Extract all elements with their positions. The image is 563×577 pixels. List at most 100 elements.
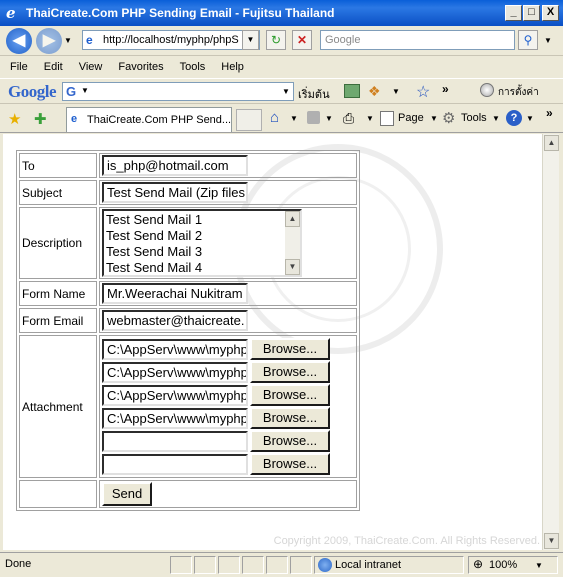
browse-button-4[interactable]: Browse... [250, 407, 330, 429]
google-search-dropdown-icon[interactable]: ▼ [81, 86, 89, 95]
search-options-dropdown-icon[interactable]: ▼ [544, 36, 552, 45]
description-line: Test Send Mail 3 [106, 244, 203, 259]
print-icon[interactable]: ⎙ [343, 110, 354, 127]
forward-button[interactable]: ▶ [36, 28, 62, 54]
description-line: Test Send Mail 4 [106, 260, 203, 275]
tab-active-page[interactable]: e ThaiCreate.Com PHP Send... [66, 107, 232, 132]
tab-more-chevron-icon[interactable]: » [546, 106, 553, 120]
google-history-dropdown-icon[interactable]: ▼ [282, 87, 290, 96]
status-segment [170, 556, 192, 574]
feeds-icon[interactable] [307, 111, 320, 124]
add-favorites-icon[interactable]: ✚ [34, 110, 47, 128]
send-button[interactable]: Send [102, 482, 152, 506]
zone-segment: Local intranet [314, 556, 464, 574]
google-settings-label[interactable]: การตั้งค่า [498, 85, 539, 100]
page-icon[interactable] [380, 111, 394, 126]
menu-view[interactable]: View [79, 61, 103, 73]
new-tab-button[interactable] [236, 109, 262, 131]
menu-favorites[interactable]: Favorites [118, 61, 163, 73]
minimize-button[interactable]: _ [505, 5, 522, 21]
home-dropdown-icon[interactable]: ▼ [290, 114, 298, 123]
tools-gear-icon[interactable]: ⚙ [442, 109, 455, 127]
status-segment [194, 556, 216, 574]
scroll-down-arrow-icon[interactable]: ▼ [285, 259, 300, 275]
tab-page-icon: e [71, 113, 78, 125]
zoom-dropdown-icon[interactable]: ▼ [535, 561, 543, 570]
stop-button[interactable]: ✕ [292, 30, 312, 50]
globe-icon [318, 558, 332, 572]
browse-button-5[interactable]: Browse... [250, 430, 330, 452]
window-title-bar[interactable]: e ThaiCreate.Com PHP Sending Email - Fuj… [0, 0, 563, 26]
recent-pages-dropdown-icon[interactable]: ▼ [64, 36, 72, 45]
close-button[interactable]: X [542, 5, 559, 21]
google-toolbar: Google G ▼ ▼ เริ่มต้น ❖ ▼ ☆ » การตั้งค่า [0, 78, 563, 104]
tools-dropdown-icon[interactable]: ▼ [492, 114, 500, 123]
form-name-input[interactable]: Mr.Weerachai Nukitram [102, 283, 248, 304]
page-scroll-down-arrow-icon[interactable]: ▼ [544, 533, 559, 549]
browse-button-2[interactable]: Browse... [250, 361, 330, 383]
attachment-input-6[interactable] [102, 453, 248, 475]
send-row-spacer [19, 480, 97, 508]
search-input[interactable]: Google [320, 30, 515, 50]
page-menu-label[interactable]: Page [398, 112, 424, 124]
bookmark-star-icon[interactable]: ☆ [416, 82, 430, 102]
menu-file[interactable]: File [10, 61, 28, 73]
print-dropdown-icon[interactable]: ▼ [366, 114, 374, 123]
maximize-button[interactable]: □ [523, 5, 540, 21]
help-dropdown-icon[interactable]: ▼ [526, 114, 534, 123]
settings-icon[interactable] [480, 83, 494, 97]
status-text: Done [5, 558, 32, 570]
address-dropdown-button[interactable]: ▼ [242, 30, 259, 50]
google-search-input[interactable]: G ▼ [62, 82, 294, 101]
attachment-input-4[interactable]: C:\AppServ\www\myphp [102, 407, 248, 429]
attachment-input-2[interactable]: C:\AppServ\www\myphp [102, 361, 248, 383]
search-go-button[interactable]: ⚲ [518, 30, 538, 50]
image-search-icon[interactable] [344, 84, 360, 98]
refresh-button[interactable]: ↻ [266, 30, 286, 50]
browse-button-3[interactable]: Browse... [250, 384, 330, 406]
email-form-table: To is_php@hotmail.com Subject Test Send … [16, 150, 360, 511]
subject-input[interactable]: Test Send Mail (Zip files [102, 182, 248, 203]
address-input[interactable]: e http://localhost/myphp/phpS [82, 30, 260, 50]
page-vertical-scrollbar[interactable]: ▲ ▼ [542, 134, 559, 550]
description-line: Test Send Mail 1 [106, 212, 203, 227]
puzzle-dropdown-icon[interactable]: ▼ [392, 87, 400, 96]
to-input[interactable]: is_php@hotmail.com [102, 155, 248, 176]
feeds-dropdown-icon[interactable]: ▼ [325, 114, 333, 123]
help-icon[interactable]: ? [506, 110, 522, 126]
menu-tools[interactable]: Tools [180, 61, 206, 73]
puzzle-icon[interactable]: ❖ [368, 83, 381, 100]
page-content: To is_php@hotmail.com Subject Test Send … [3, 134, 542, 550]
attachment-input-5[interactable] [102, 430, 248, 452]
zoom-segment[interactable]: ⊕ 100% ▼ [468, 556, 558, 574]
browse-button-1[interactable]: Browse... [250, 338, 330, 360]
to-label: To [19, 153, 97, 178]
scroll-up-arrow-icon[interactable]: ▲ [285, 211, 300, 227]
description-scrollbar[interactable]: ▲ ▼ [285, 211, 300, 275]
zoom-magnifier-icon: ⊕ [473, 557, 484, 571]
attachment-label: Attachment [19, 335, 97, 478]
back-button[interactable]: ◀ [6, 28, 32, 54]
attachment-input-1[interactable]: C:\AppServ\www\myphp [102, 338, 248, 360]
page-scroll-up-arrow-icon[interactable]: ▲ [544, 135, 559, 151]
google-logo: Google [8, 82, 57, 101]
description-label: Description [19, 207, 97, 279]
zone-label: Local intranet [335, 559, 402, 571]
home-icon[interactable]: ⌂ [270, 109, 279, 126]
menu-help[interactable]: Help [221, 61, 244, 73]
description-textarea[interactable]: Test Send Mail 1 Test Send Mail 2 Test S… [102, 209, 302, 277]
favorites-star-icon[interactable]: ★ [8, 110, 21, 128]
form-email-input[interactable]: webmaster@thaicreate. [102, 310, 248, 331]
browse-button-6[interactable]: Browse... [250, 453, 330, 475]
page-dropdown-icon[interactable]: ▼ [430, 114, 438, 123]
attachment-input-3[interactable]: C:\AppServ\www\myphp [102, 384, 248, 406]
more-chevron-icon[interactable]: » [442, 82, 449, 96]
address-url: http://localhost/myphp/phpS [103, 34, 239, 46]
tools-menu-label[interactable]: Tools [461, 112, 487, 124]
subject-label: Subject [19, 180, 97, 205]
menu-edit[interactable]: Edit [44, 61, 63, 73]
google-start-label[interactable]: เริ่มต้น [298, 85, 330, 103]
status-bar: Done Local intranet ⊕ 100% ▼ [0, 552, 563, 577]
ie-logo-icon: e [6, 4, 16, 22]
status-segment [290, 556, 312, 574]
